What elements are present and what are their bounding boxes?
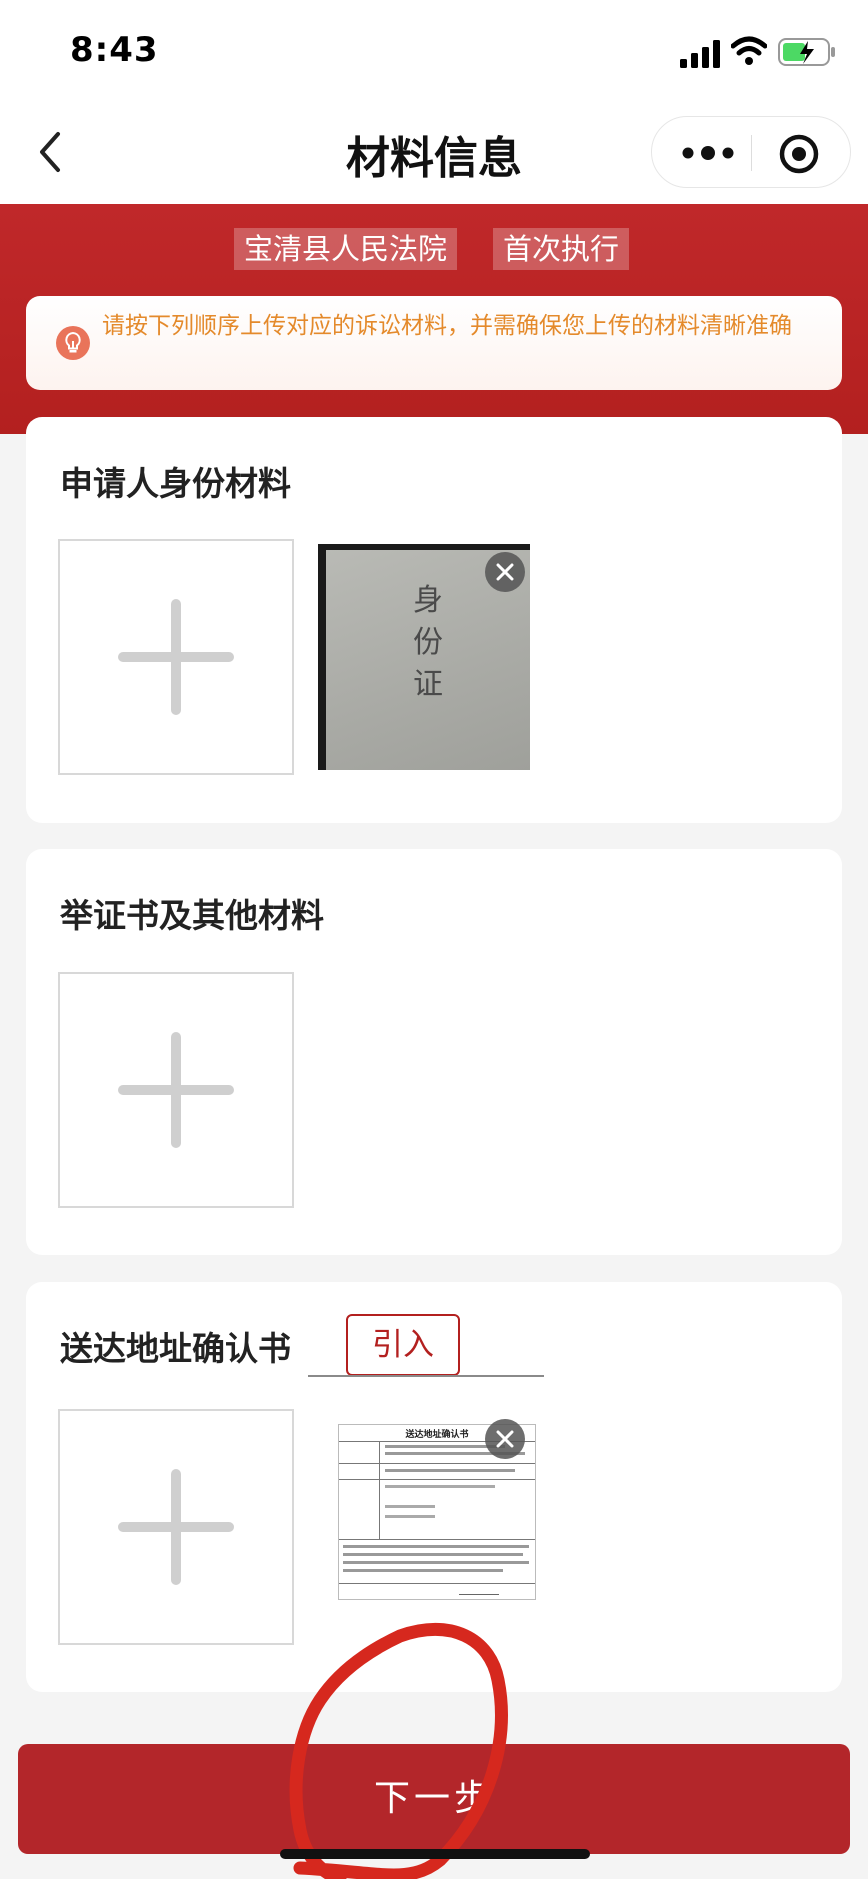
section-title: 送达地址确认书: [60, 1329, 291, 1368]
add-upload-button[interactable]: [58, 539, 294, 775]
battery-charging-icon: [778, 38, 835, 66]
plus-icon: [118, 1469, 234, 1585]
thumbnail-top-edge: [308, 1375, 544, 1377]
delete-image-icon[interactable]: [484, 1418, 526, 1460]
doc-text-line: [343, 1553, 523, 1556]
case-type-tag: 首次执行: [493, 228, 630, 270]
plus-icon: [118, 599, 234, 715]
wifi-icon: [731, 36, 767, 65]
doc-text-line: [385, 1515, 435, 1518]
doc-text-line: [343, 1545, 529, 1548]
doc-rule: [339, 1539, 535, 1540]
import-button[interactable]: 引入: [346, 1314, 460, 1376]
next-step-button[interactable]: 下一步: [18, 1744, 850, 1854]
miniprogram-capsule: [651, 116, 851, 188]
court-tag: 宝清县人民法院: [234, 228, 458, 270]
doc-text-line: [385, 1485, 495, 1488]
doc-rule: [339, 1583, 535, 1584]
doc-text-line: [385, 1469, 515, 1472]
close-miniprogram-icon[interactable]: [778, 133, 820, 175]
address-confirmation-card: 送达地址确认书 引入 送达地址确认书: [26, 1282, 842, 1692]
capsule-divider: [751, 135, 752, 171]
status-bar: 8:43: [0, 0, 868, 100]
evidence-materials-card: 举证书及其他材料: [26, 849, 842, 1255]
doc-text-line: [343, 1569, 503, 1572]
doc-text-line: [343, 1561, 529, 1564]
upload-notice: 请按下列顺序上传对应的诉讼材料，并需确保您上传的材料清晰准确: [26, 296, 842, 390]
page: 8:43 材料信息 宝清县人民法院 首次执行 请按下列顺序上传对应的诉讼材料，并…: [0, 0, 868, 1879]
notice-text: 请按下列顺序上传对应的诉讼材料，并需确保您上传的材料清晰准确: [102, 313, 792, 339]
doc-signature: [459, 1587, 499, 1595]
doc-column-rule: [379, 1441, 380, 1539]
section-title: 举证书及其他材料: [60, 896, 324, 935]
section-title: 申请人身份材料: [60, 464, 291, 503]
nav-bar: 材料信息: [0, 100, 868, 204]
doc-rule: [339, 1479, 535, 1480]
lightbulb-icon: [56, 326, 90, 360]
add-upload-button[interactable]: [58, 1409, 294, 1645]
identity-materials-card: 申请人身份材料 身份证: [26, 417, 842, 823]
more-icon[interactable]: [680, 139, 736, 167]
plus-icon: [118, 1032, 234, 1148]
id-photo-text: 身份证: [413, 583, 443, 702]
doc-rule: [339, 1463, 535, 1464]
delete-image-icon[interactable]: [484, 551, 526, 593]
home-indicator: [280, 1849, 590, 1859]
doc-text-line: [385, 1505, 435, 1508]
cellular-signal-icon: [680, 40, 720, 68]
add-upload-button[interactable]: [58, 972, 294, 1208]
status-time: 8:43: [70, 30, 159, 70]
